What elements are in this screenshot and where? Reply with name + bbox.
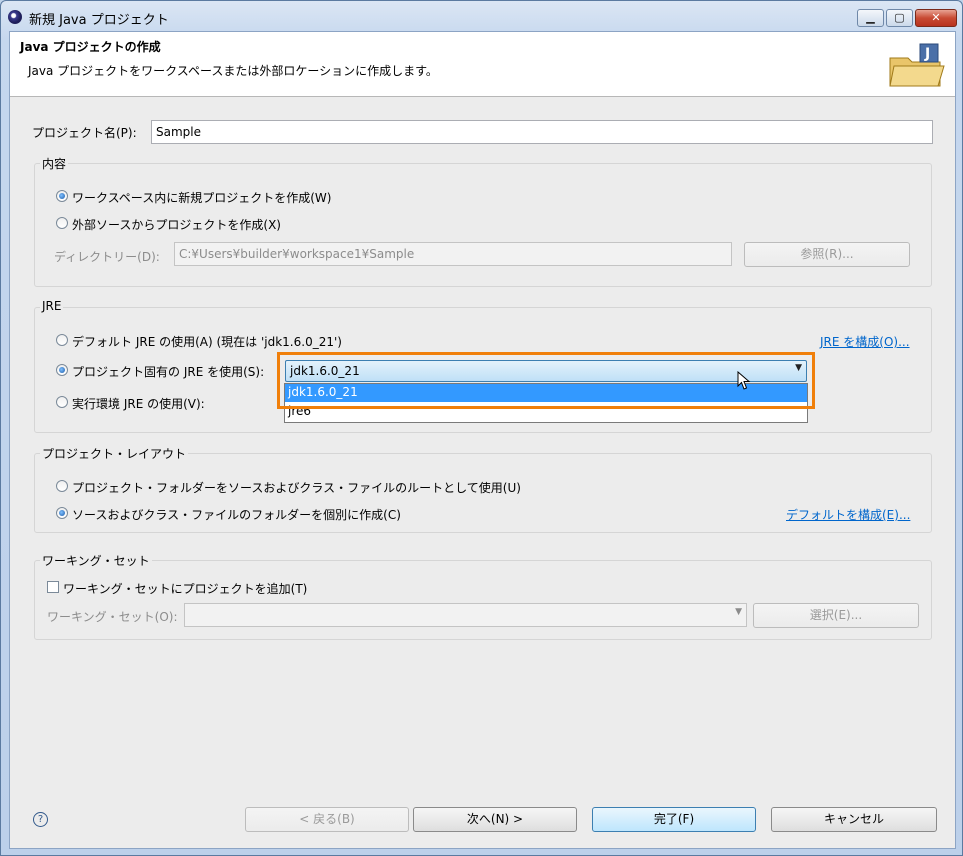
minimize-button[interactable]: ▁ bbox=[857, 9, 884, 27]
wizard-description: Java プロジェクトをワークスペースまたは外部ロケーションに作成します。 bbox=[28, 64, 438, 78]
separate-folders-option-label[interactable]: ソースおよびクラス・ファイルのフォルダーを個別に作成(C) bbox=[72, 506, 401, 523]
chevron-down-icon: ▼ bbox=[735, 607, 742, 617]
wizard-header: Java プロジェクトの作成 Java プロジェクトをワークスペースまたは外部ロ… bbox=[10, 32, 955, 97]
separate-folders-radio[interactable] bbox=[56, 507, 68, 519]
minimize-icon: ▁ bbox=[866, 11, 875, 24]
highlight-annotation bbox=[277, 352, 815, 409]
root-folder-radio[interactable] bbox=[56, 480, 68, 492]
project-jre-radio[interactable] bbox=[56, 364, 68, 376]
external-source-radio[interactable] bbox=[56, 217, 68, 229]
window-title: 新規 Java プロジェクト bbox=[29, 13, 169, 28]
title-bar[interactable]: 新規 Java プロジェクト ▁ ▢ ✕ bbox=[1, 1, 962, 31]
configure-default-link[interactable]: デフォルトを構成(E)... bbox=[786, 506, 910, 523]
working-set-group bbox=[34, 560, 932, 640]
working-set-legend: ワーキング・セット bbox=[40, 552, 152, 569]
add-to-working-set-label[interactable]: ワーキング・セットにプロジェクトを追加(T) bbox=[63, 580, 307, 597]
default-jre-option-label[interactable]: デフォルト JRE の使用(A) (現在は 'jdk1.6.0_21') bbox=[72, 333, 342, 350]
default-jre-radio[interactable] bbox=[56, 334, 68, 346]
configure-jre-link[interactable]: JRE を構成(O)... bbox=[820, 333, 910, 350]
env-jre-option-label[interactable]: 実行環境 JRE の使用(V): bbox=[72, 395, 205, 412]
back-button[interactable]: < 戻る(B) bbox=[245, 807, 409, 832]
workspace-option-label[interactable]: ワークスペース内に新規プロジェクトを作成(W) bbox=[72, 189, 331, 206]
jre-legend: JRE bbox=[40, 299, 64, 313]
root-folder-option-label[interactable]: プロジェクト・フォルダーをソースおよびクラス・ファイルのルートとして使用(U) bbox=[72, 479, 521, 496]
maximize-icon: ▢ bbox=[894, 11, 905, 24]
working-set-combo[interactable]: ▼ bbox=[184, 603, 747, 627]
project-layout-legend: プロジェクト・レイアウト bbox=[40, 445, 189, 462]
working-set-label: ワーキング・セット(O): bbox=[47, 610, 178, 624]
project-jre-option-label[interactable]: プロジェクト固有の JRE を使用(S): bbox=[72, 363, 264, 380]
cancel-button[interactable]: キャンセル bbox=[771, 807, 937, 832]
java-project-folder-icon: J bbox=[889, 43, 945, 87]
svg-text:J: J bbox=[924, 46, 930, 62]
eclipse-icon bbox=[8, 10, 22, 24]
directory-label: ディレクトリー(D): bbox=[54, 250, 160, 264]
close-button[interactable]: ✕ bbox=[915, 9, 957, 27]
workspace-radio[interactable] bbox=[56, 190, 68, 202]
help-icon[interactable]: ? bbox=[33, 812, 48, 827]
browse-button[interactable]: 参照(R)... bbox=[744, 242, 910, 267]
dialog-body: Java プロジェクトの作成 Java プロジェクトをワークスペースまたは外部ロ… bbox=[9, 31, 956, 849]
project-name-input[interactable] bbox=[151, 120, 933, 144]
next-button[interactable]: 次へ(N) > bbox=[413, 807, 577, 832]
finish-button[interactable]: 完了(F) bbox=[592, 807, 756, 832]
project-name-label: プロジェクト名(P): bbox=[32, 126, 137, 140]
select-working-set-button[interactable]: 選択(E)... bbox=[753, 603, 919, 628]
env-jre-radio[interactable] bbox=[56, 396, 68, 408]
external-source-option-label[interactable]: 外部ソースからプロジェクトを作成(X) bbox=[72, 216, 281, 233]
close-icon: ✕ bbox=[931, 11, 941, 24]
contents-legend: 内容 bbox=[40, 155, 69, 172]
directory-input[interactable]: C:¥Users¥builder¥workspace1¥Sample bbox=[174, 242, 732, 266]
maximize-button[interactable]: ▢ bbox=[886, 9, 913, 27]
dialog-window: 新規 Java プロジェクト ▁ ▢ ✕ Java プロジェクトの作成 Java… bbox=[0, 0, 963, 856]
mouse-cursor-icon bbox=[737, 371, 751, 390]
wizard-title: Java プロジェクトの作成 bbox=[20, 40, 161, 54]
add-to-working-set-checkbox[interactable] bbox=[47, 581, 59, 593]
